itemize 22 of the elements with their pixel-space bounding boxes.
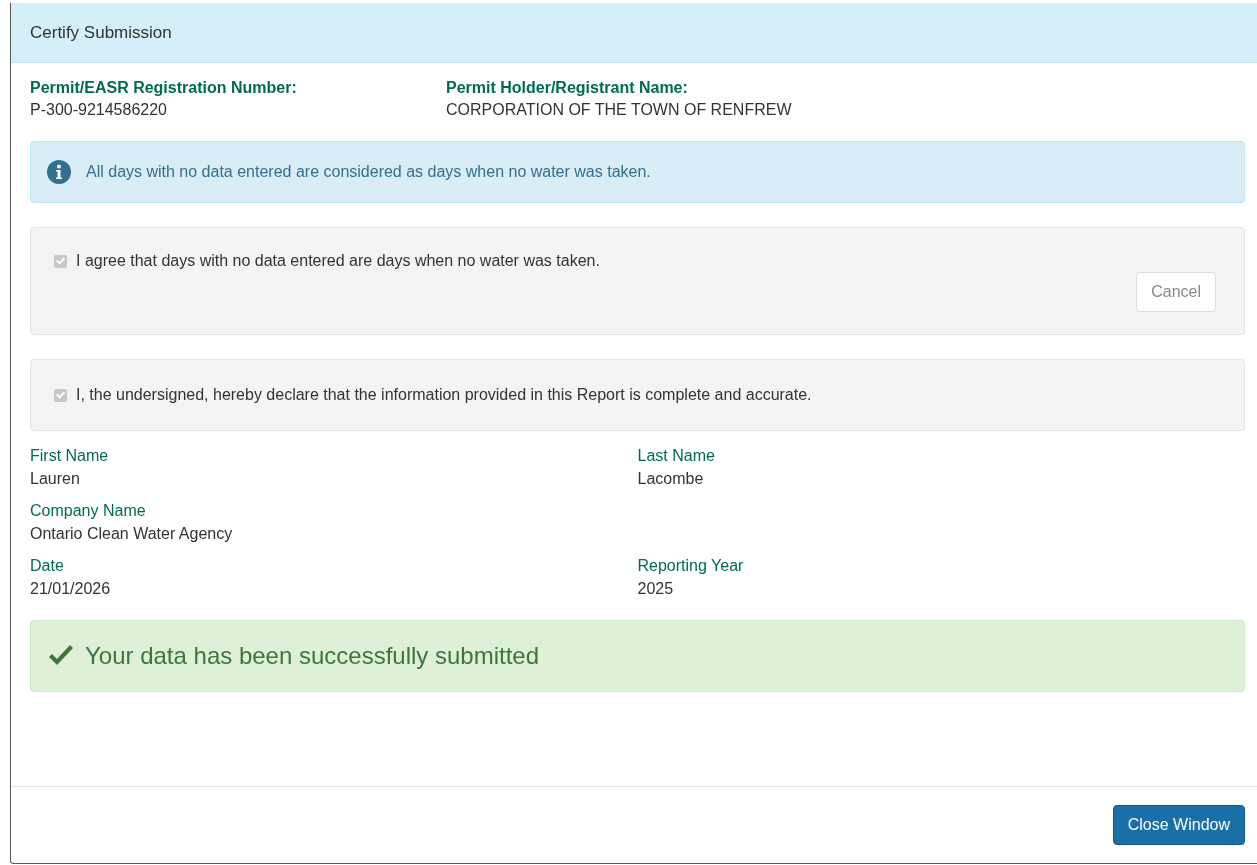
field-label: Permit Holder/Registrant Name: xyxy=(446,79,689,97)
field-label: Reporting Year xyxy=(637,557,745,575)
field-value: Lacombe xyxy=(637,470,705,488)
check-icon xyxy=(47,645,75,667)
field-value: Lauren xyxy=(30,470,81,488)
info-text: All days with no data entered are considered as days when no water was taken. xyxy=(86,163,651,181)
field-label: Company Name xyxy=(30,502,147,520)
info-icon xyxy=(47,160,71,184)
checkbox-label: I, the undersigned, hereby declare that the information provided in this Report is complete and accurate. xyxy=(76,386,812,404)
field-value: Ontario Clean Water Agency xyxy=(30,525,234,543)
field-label: Last Name xyxy=(637,447,716,465)
dialog-title: Certify Submission xyxy=(30,22,172,43)
checkbox-label: I agree that days with no data entered are days when no water was taken. xyxy=(76,252,600,270)
field-label: Date xyxy=(30,557,65,575)
field-label: Permit/EASR Registration Number: xyxy=(30,79,298,97)
field-value: 2025 xyxy=(637,580,675,598)
field-value: CORPORATION OF THE TOWN OF RENFREW xyxy=(446,101,792,119)
close-window-button[interactable]: Close Window xyxy=(1112,805,1245,845)
field-value: P-300-9214586220 xyxy=(30,101,168,119)
success-text: Your data has been successfully submitted xyxy=(85,642,540,670)
field-label: First Name xyxy=(30,447,110,465)
field-value: 21/01/2026 xyxy=(30,580,112,598)
